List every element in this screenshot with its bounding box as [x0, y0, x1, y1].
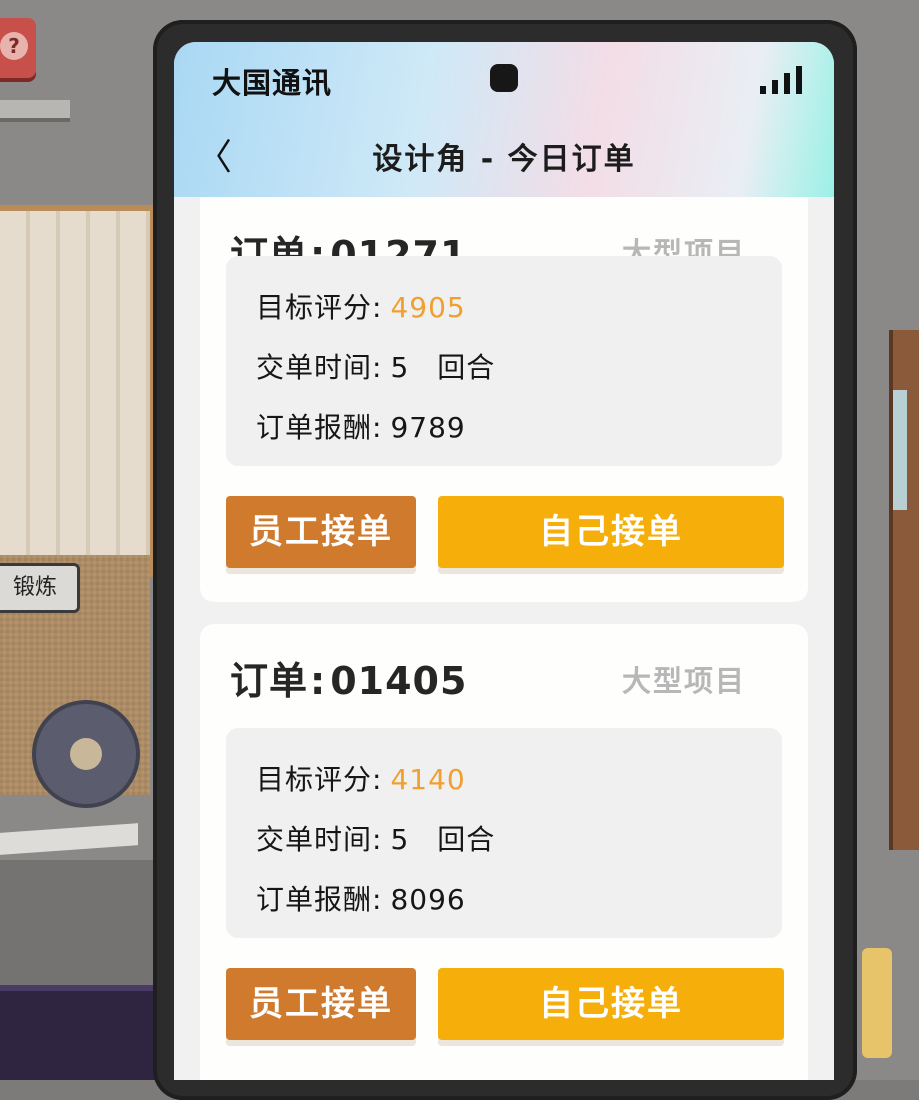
- camera-notch: [490, 64, 518, 92]
- signal-bars-icon: [760, 64, 804, 94]
- exercise-sign[interactable]: 锻炼: [0, 563, 80, 613]
- reward-row: 订单报酬: 9789: [256, 411, 466, 444]
- rug: [0, 985, 160, 1080]
- door-window: [893, 390, 907, 510]
- wall-shelf: [0, 100, 70, 122]
- order-info-panel: 目标评分: 4905 交单时间: 5 回合 订单报酬: 9789: [226, 256, 782, 466]
- curtain: [0, 205, 156, 577]
- order-card: 订单: 01271 大型项目 目标评分: 4905 交单时间: 5 回合 订单报酬: 97…: [200, 166, 808, 602]
- order-title: 订单: 01405: [230, 659, 468, 703]
- help-button[interactable]: ?: [0, 18, 36, 78]
- page-title: 设计角 - 今日订单: [372, 142, 636, 177]
- deadline-row: 交单时间: 5 回合: [256, 823, 496, 856]
- self-accept-button[interactable]: 自己接单: [438, 968, 784, 1040]
- self-accept-button[interactable]: 自己接单: [438, 496, 784, 568]
- exercise-bike-wheel: [32, 700, 140, 808]
- order-info-panel: 目标评分: 4140 交单时间: 5 回合 订单报酬: 8096: [226, 728, 782, 938]
- target-score-row: 目标评分: 4140: [256, 763, 466, 796]
- question-icon: ?: [0, 32, 28, 60]
- phone-screen: 订单: 01271 大型项目 目标评分: 4905 交单时间: 5 回合 订单报酬: 97…: [174, 42, 834, 1080]
- door-handle: [862, 948, 892, 1058]
- carrier-name: 大国通讯: [212, 66, 333, 100]
- order-type: 大型项目: [621, 664, 746, 698]
- deadline-row: 交单时间: 5 回合: [256, 351, 496, 384]
- app-header: 大国通讯 〈 设计角 - 今日订单: [174, 42, 834, 197]
- order-card: 订单: 01405 大型项目 目标评分: 4140 交单时间: 5 回合 订单报酬: 80…: [200, 624, 808, 1080]
- staff-accept-button[interactable]: 员工接单: [226, 968, 416, 1040]
- order-list[interactable]: 订单: 01271 大型项目 目标评分: 4905 交单时间: 5 回合 订单报酬: 97…: [174, 42, 834, 1080]
- reward-row: 订单报酬: 8096: [256, 883, 466, 916]
- target-score-row: 目标评分: 4905: [256, 291, 466, 324]
- staff-accept-button[interactable]: 员工接单: [226, 496, 416, 568]
